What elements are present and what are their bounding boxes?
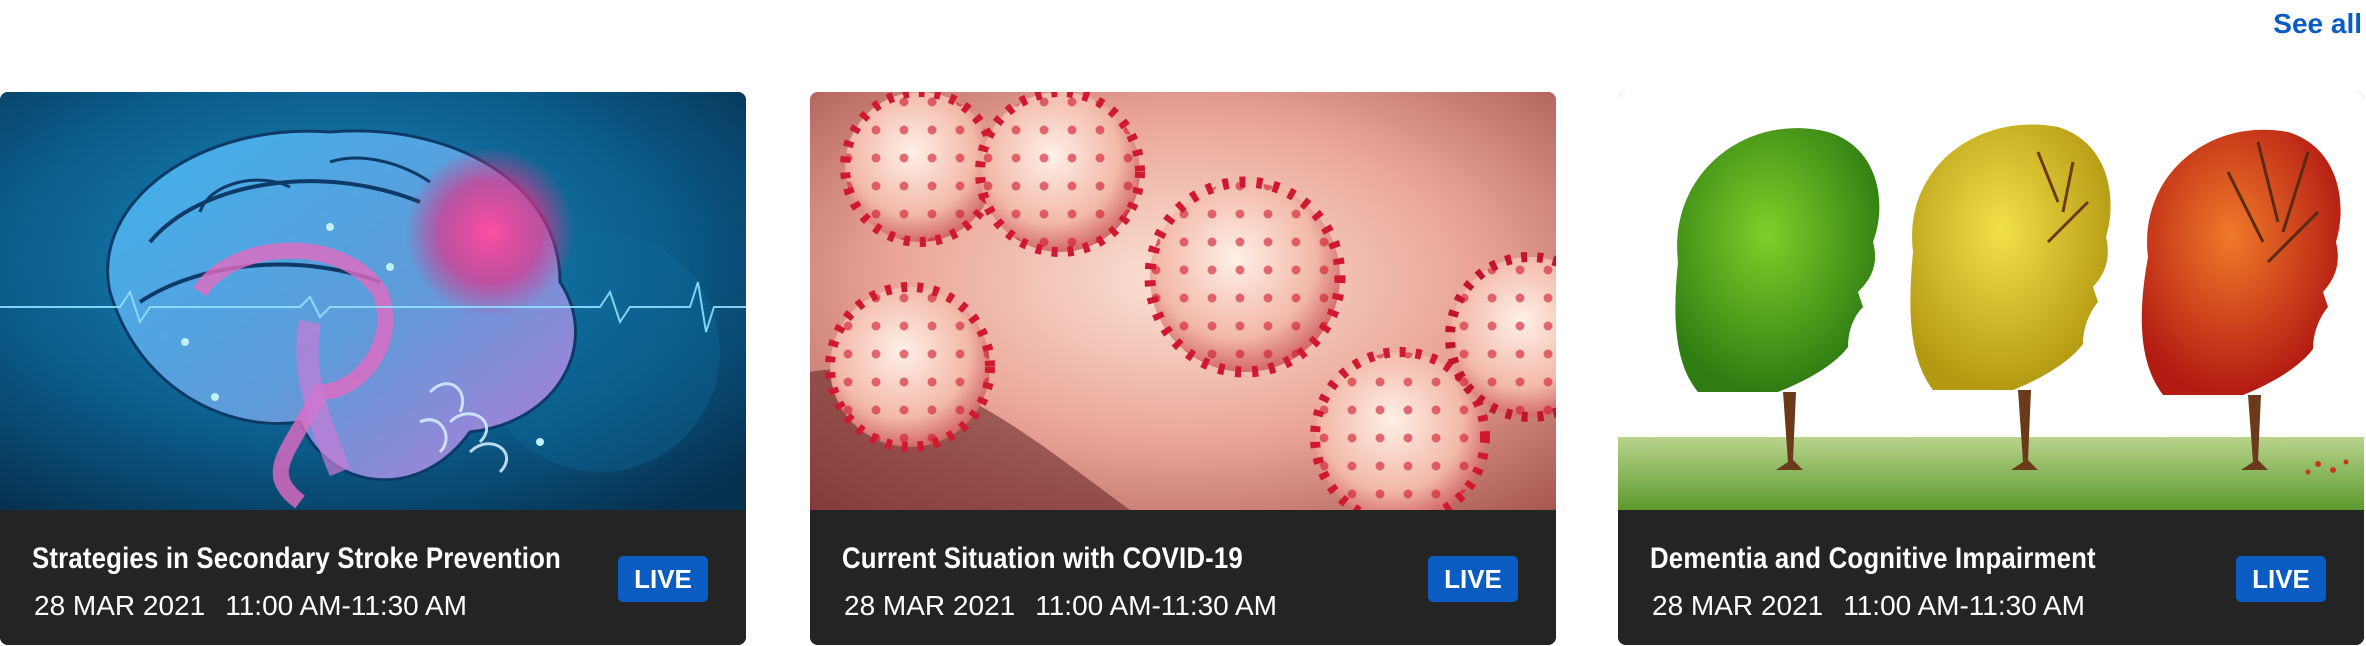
see-all-link[interactable]: See all <box>2273 8 2362 40</box>
card-title: Strategies in Secondary Stroke Preventio… <box>32 542 561 575</box>
card-schedule: 28 MAR 2021 11:00 AM-11:30 AM <box>844 590 1277 622</box>
brain-illustration-image <box>0 92 746 510</box>
event-card[interactable]: Current Situation with COVID-19 28 MAR 2… <box>810 92 1556 645</box>
event-card[interactable]: Strategies in Secondary Stroke Preventio… <box>0 92 746 645</box>
card-date: 28 MAR 2021 <box>34 590 206 621</box>
event-card[interactable]: Dementia and Cognitive Impairment 28 MAR… <box>1618 92 2364 645</box>
card-date: 28 MAR 2021 <box>1652 590 1824 621</box>
card-footer: Strategies in Secondary Stroke Preventio… <box>0 510 746 645</box>
card-time: 11:00 AM-11:30 AM <box>225 590 467 621</box>
coronavirus-illustration-image <box>810 92 1556 510</box>
card-title: Current Situation with COVID-19 <box>842 542 1243 575</box>
card-title: Dementia and Cognitive Impairment <box>1650 542 2096 575</box>
card-date: 28 MAR 2021 <box>844 590 1016 621</box>
card-schedule: 28 MAR 2021 11:00 AM-11:30 AM <box>34 590 467 622</box>
tree-heads-illustration-image <box>1618 92 2364 510</box>
live-badge: LIVE <box>1428 556 1518 602</box>
card-footer: Current Situation with COVID-19 28 MAR 2… <box>810 510 1556 645</box>
card-schedule: 28 MAR 2021 11:00 AM-11:30 AM <box>1652 590 2085 622</box>
live-badge: LIVE <box>618 556 708 602</box>
live-badge: LIVE <box>2236 556 2326 602</box>
card-time: 11:00 AM-11:30 AM <box>1843 590 2085 621</box>
card-time: 11:00 AM-11:30 AM <box>1035 590 1277 621</box>
card-footer: Dementia and Cognitive Impairment 28 MAR… <box>1618 510 2364 645</box>
